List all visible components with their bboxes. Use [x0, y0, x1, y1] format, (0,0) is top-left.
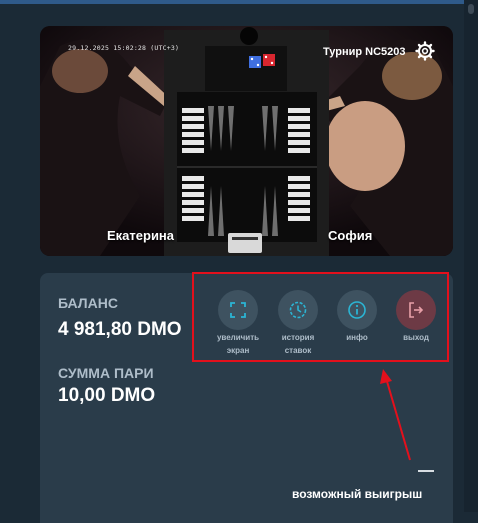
- possible-win-label: возможный выигрыш: [292, 487, 423, 501]
- annotation-arrow: [380, 369, 411, 461]
- possible-win-value-dash: [418, 470, 434, 472]
